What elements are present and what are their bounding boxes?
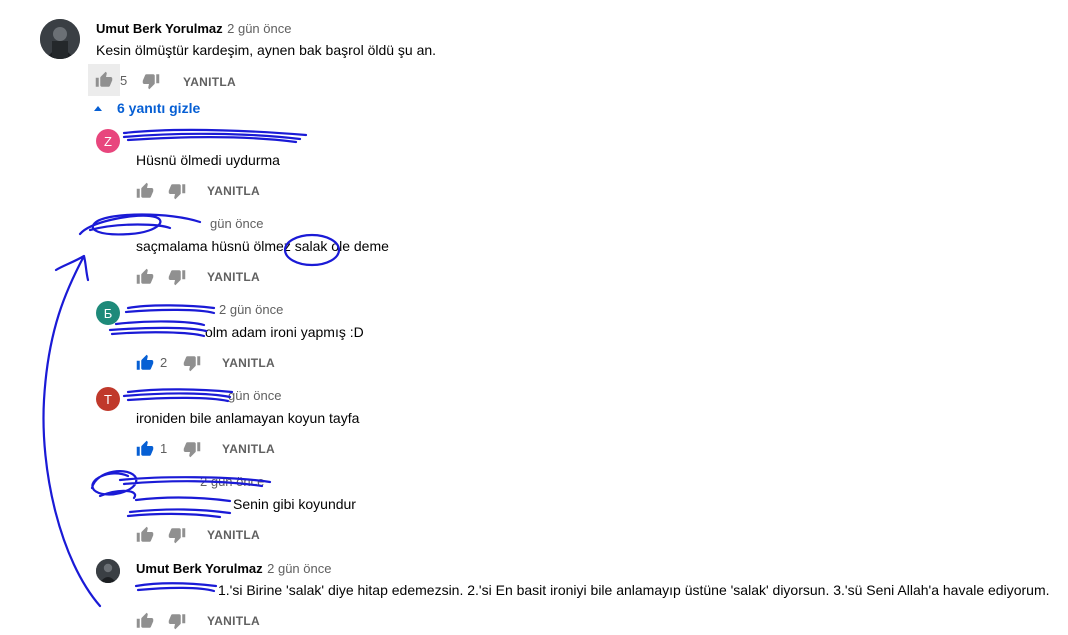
like-button[interactable] bbox=[136, 268, 154, 291]
comment-text: Senin gibi koyundur bbox=[233, 496, 356, 512]
reply-button[interactable]: YANITLA bbox=[207, 270, 260, 284]
redaction-scribble bbox=[122, 128, 308, 144]
avatar[interactable]: Z bbox=[96, 129, 120, 153]
dislike-button[interactable] bbox=[183, 440, 201, 463]
reply-button[interactable]: YANITLA bbox=[207, 614, 260, 628]
thumb-up-icon bbox=[136, 526, 154, 542]
like-button[interactable] bbox=[136, 612, 154, 635]
thumb-up-icon bbox=[136, 182, 154, 198]
avatar[interactable]: Б bbox=[96, 301, 120, 325]
thumb-down-icon bbox=[168, 270, 186, 286]
like-button[interactable] bbox=[136, 354, 154, 377]
avatar-photo bbox=[96, 559, 120, 583]
comment-text: saçmalama hüsnü ölmez salak ole deme bbox=[136, 238, 389, 254]
redaction-scribble bbox=[78, 213, 202, 236]
dislike-button[interactable] bbox=[183, 354, 201, 377]
like-button[interactable] bbox=[136, 182, 154, 205]
thumb-up-icon bbox=[136, 354, 154, 370]
comment-author[interactable]: Umut Berk Yorulmaz bbox=[136, 561, 263, 576]
arrow-annotation bbox=[42, 254, 102, 608]
thumb-down-icon bbox=[168, 614, 186, 630]
thumb-down-icon bbox=[168, 184, 186, 200]
thumb-down-icon bbox=[168, 528, 186, 544]
thumb-up-icon bbox=[136, 268, 154, 284]
dislike-button[interactable] bbox=[168, 182, 186, 205]
reply-button[interactable]: YANITLA bbox=[183, 75, 236, 89]
dislike-button[interactable] bbox=[168, 268, 186, 291]
comment-time[interactable]: gün önce bbox=[228, 388, 282, 403]
comment-text: 1.'si Birine 'salak' diye hitap edemezsi… bbox=[218, 582, 1050, 598]
thumb-down-icon bbox=[142, 74, 160, 90]
avatar[interactable]: T bbox=[96, 387, 120, 411]
caret-up-icon bbox=[94, 105, 102, 111]
comment-text: olm adam ironi yapmış :D bbox=[205, 324, 364, 340]
comment-text: Kesin ölmüştür kardeşim, aynen bak başro… bbox=[96, 42, 437, 58]
redaction-scribble bbox=[108, 304, 216, 338]
thumb-up-icon bbox=[136, 612, 154, 628]
reply-button[interactable]: YANITLA bbox=[207, 184, 260, 198]
hide-replies-label: 6 yanıtı gizle bbox=[117, 100, 201, 116]
comment-time[interactable]: 2 gün önce bbox=[219, 302, 283, 317]
pen-annotation-overlay bbox=[42, 128, 341, 608]
avatar-photo bbox=[40, 19, 80, 59]
reply-button[interactable]: YANITLA bbox=[222, 442, 275, 456]
avatar[interactable] bbox=[40, 19, 80, 59]
dislike-button[interactable] bbox=[142, 72, 160, 95]
like-count: 1 bbox=[160, 441, 168, 456]
thumb-down-icon bbox=[183, 442, 201, 458]
comment-time[interactable]: 2 gün önce bbox=[227, 21, 291, 36]
thumb-down-icon bbox=[183, 356, 201, 372]
reply-button[interactable]: YANITLA bbox=[222, 356, 275, 370]
dislike-button[interactable] bbox=[168, 526, 186, 549]
comment-time[interactable]: 2 gün önce bbox=[200, 474, 264, 489]
avatar[interactable] bbox=[96, 559, 120, 583]
hide-replies-toggle[interactable]: 6 yanıtı gizle bbox=[94, 100, 200, 116]
comment-time[interactable]: 2 gün önce bbox=[267, 561, 331, 576]
like-button[interactable] bbox=[136, 526, 154, 549]
thumb-up-icon bbox=[95, 71, 113, 87]
like-button[interactable] bbox=[136, 440, 154, 463]
comment-author[interactable]: Umut Berk Yorulmaz bbox=[96, 21, 223, 36]
redaction-scribble bbox=[122, 388, 234, 403]
comment-text: ironiden bile anlamayan koyun tayfa bbox=[136, 410, 360, 426]
thumb-up-icon bbox=[136, 440, 154, 456]
like-button[interactable] bbox=[88, 64, 120, 96]
comment-text: Hüsnü ölmedi uydurma bbox=[136, 152, 280, 168]
reply-button[interactable]: YANITLA bbox=[207, 528, 260, 542]
like-count: 2 bbox=[160, 355, 168, 370]
dislike-button[interactable] bbox=[168, 612, 186, 635]
comment-time[interactable]: gün önce bbox=[210, 216, 264, 231]
like-count: 5 bbox=[120, 73, 128, 88]
redaction-scribble bbox=[134, 582, 218, 593]
